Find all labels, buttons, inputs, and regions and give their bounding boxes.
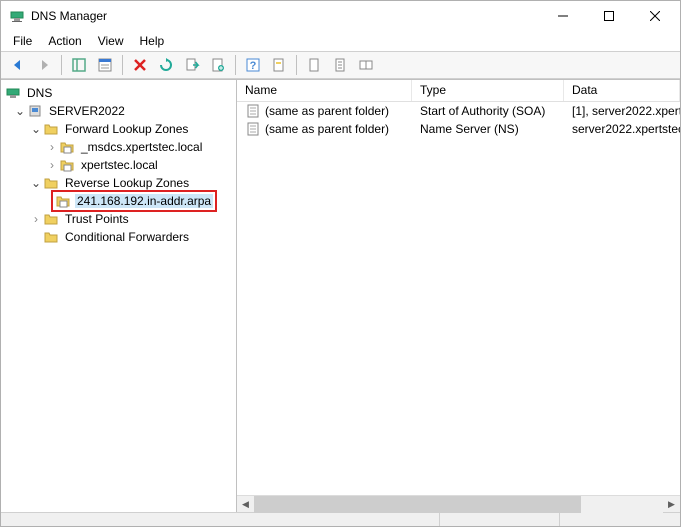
close-button[interactable] (632, 1, 678, 31)
scroll-track[interactable] (254, 496, 663, 513)
cell-text: (same as parent folder) (265, 104, 389, 118)
forward-button[interactable] (33, 54, 55, 76)
action-icon-3[interactable] (355, 54, 377, 76)
tree-label: Forward Lookup Zones (63, 122, 190, 136)
titlebar: DNS Manager (1, 1, 680, 31)
help-button[interactable]: ? (242, 54, 264, 76)
cell-name: (same as parent folder) (237, 121, 412, 137)
tree-conditional-forwarders[interactable]: Conditional Forwarders (1, 228, 236, 246)
toolbar-separator (235, 55, 236, 75)
maximize-button[interactable] (586, 1, 632, 31)
menu-file[interactable]: File (5, 32, 40, 50)
minimize-button[interactable] (540, 1, 586, 31)
list-body[interactable]: (same as parent folder) Start of Authori… (237, 102, 680, 495)
cell-text: (same as parent folder) (265, 122, 389, 136)
tree-flz-item[interactable]: _msdcs.xpertstec.local (1, 138, 236, 156)
cell-data: server2022.xpertstec. (564, 122, 680, 136)
scroll-thumb[interactable] (254, 496, 581, 513)
tree-trust-points[interactable]: Trust Points (1, 210, 236, 228)
dns-icon (5, 85, 21, 101)
record-icon (245, 121, 261, 137)
properties-button[interactable] (94, 54, 116, 76)
cell-type: Name Server (NS) (412, 122, 564, 136)
tree-label: DNS (25, 86, 54, 100)
tree-label: Reverse Lookup Zones (63, 176, 191, 190)
tree-label: xpertstec.local (79, 158, 160, 172)
tree-flz[interactable]: Forward Lookup Zones (1, 120, 236, 138)
folder-icon (43, 175, 59, 191)
expand-icon[interactable] (29, 212, 43, 226)
folder-icon (43, 211, 59, 227)
expand-icon[interactable] (13, 104, 27, 118)
toolbar-separator (296, 55, 297, 75)
toolbar: ? (1, 51, 680, 79)
scroll-right-button[interactable]: ▶ (663, 496, 680, 513)
menubar: File Action View Help (1, 31, 680, 51)
cell-data: [1], server2022.xpert (564, 104, 680, 118)
window-controls (540, 1, 678, 31)
action-icon-2[interactable] (329, 54, 351, 76)
list-header: Name Type Data (237, 80, 680, 102)
expand-icon[interactable] (29, 122, 43, 136)
menu-action[interactable]: Action (40, 32, 89, 50)
app-icon (9, 8, 25, 24)
content-area: DNS SERVER2022 Forward Lookup Zones (1, 79, 680, 512)
column-header-name[interactable]: Name (237, 80, 412, 101)
tree-pane[interactable]: DNS SERVER2022 Forward Lookup Zones (1, 79, 237, 512)
action-icon-1[interactable] (303, 54, 325, 76)
tree-label: Conditional Forwarders (63, 230, 191, 244)
show-hide-tree-button[interactable] (68, 54, 90, 76)
tree-label: Trust Points (63, 212, 131, 226)
filter-button[interactable] (268, 54, 290, 76)
tree-label: SERVER2022 (47, 104, 127, 118)
zone-icon (59, 157, 75, 173)
tree-flz-item[interactable]: xpertstec.local (1, 156, 236, 174)
list-row[interactable]: (same as parent folder) Start of Authori… (237, 102, 680, 120)
zone-icon (59, 139, 75, 155)
folder-icon (43, 229, 59, 245)
tree-rlz-item-selected[interactable]: 241.168.192.in-addr.arpa (1, 192, 236, 210)
server-icon (27, 103, 43, 119)
cell-type: Start of Authority (SOA) (412, 104, 564, 118)
list-row[interactable]: (same as parent folder) Name Server (NS)… (237, 120, 680, 138)
window-title: DNS Manager (31, 9, 540, 23)
column-header-data[interactable]: Data (564, 80, 680, 101)
refresh-button[interactable] (155, 54, 177, 76)
expand-icon[interactable] (45, 140, 59, 154)
scroll-left-button[interactable]: ◀ (237, 496, 254, 513)
column-header-type[interactable]: Type (412, 80, 564, 101)
expand-icon[interactable] (45, 158, 59, 172)
toolbar-separator (61, 55, 62, 75)
folder-icon (43, 121, 59, 137)
tree-server[interactable]: SERVER2022 (1, 102, 236, 120)
record-icon (245, 103, 261, 119)
tree-label: 241.168.192.in-addr.arpa (75, 194, 213, 208)
menu-view[interactable]: View (90, 32, 132, 50)
delete-button[interactable] (129, 54, 151, 76)
status-segment (1, 513, 440, 526)
status-segment (440, 513, 560, 526)
statusbar (1, 512, 680, 526)
new-button[interactable] (207, 54, 229, 76)
cell-name: (same as parent folder) (237, 103, 412, 119)
zone-icon (55, 193, 71, 209)
expand-icon[interactable] (29, 176, 43, 190)
toolbar-separator (122, 55, 123, 75)
back-button[interactable] (7, 54, 29, 76)
status-segment (560, 513, 680, 526)
expand-spacer (29, 230, 43, 244)
svg-text:?: ? (250, 60, 257, 72)
menu-help[interactable]: Help (132, 32, 173, 50)
export-button[interactable] (181, 54, 203, 76)
horizontal-scrollbar[interactable]: ◀ ▶ (237, 495, 680, 512)
tree-root-dns[interactable]: DNS (1, 84, 236, 102)
tree-label: _msdcs.xpertstec.local (79, 140, 204, 154)
list-pane: Name Type Data (same as parent folder) S… (237, 79, 680, 512)
